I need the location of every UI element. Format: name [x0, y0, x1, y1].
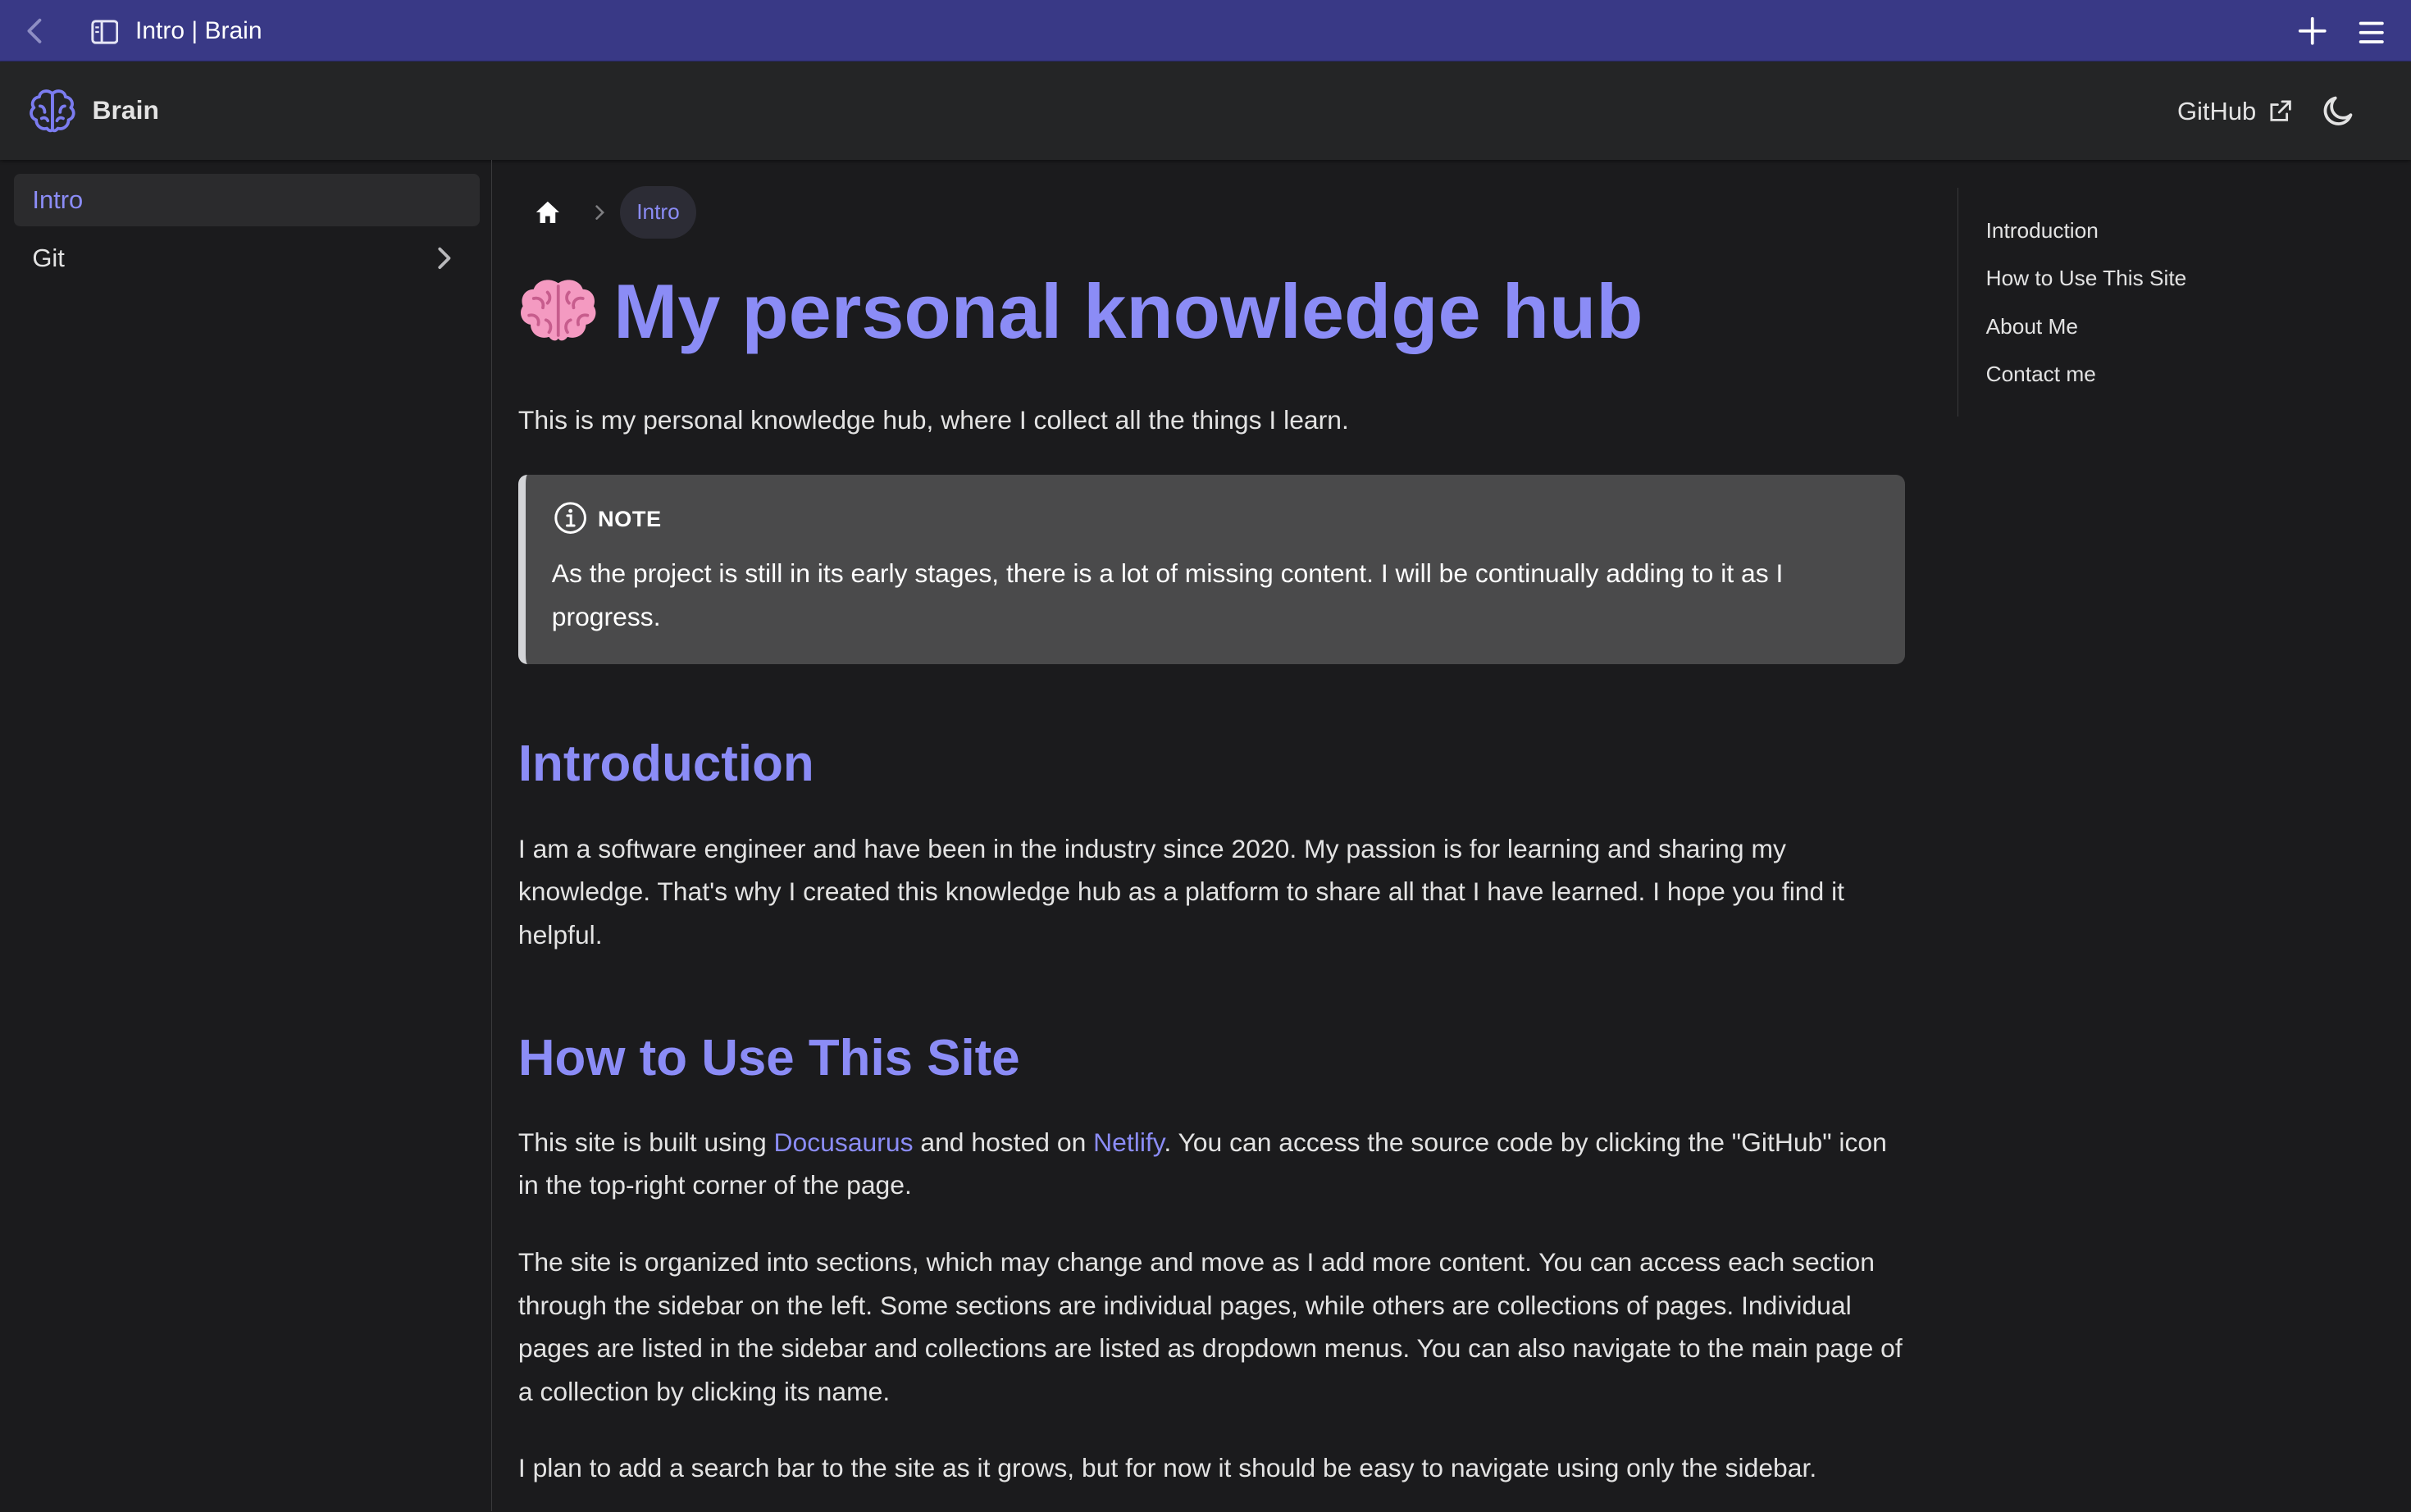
toc-item-introduction[interactable]: Introduction [1986, 218, 2099, 244]
sidebar-item-intro[interactable]: Intro [13, 173, 480, 226]
brain-logo-icon[interactable] [26, 86, 79, 135]
toc-item-about-me[interactable]: About Me [1986, 314, 2078, 339]
organization-paragraph: The site is organized into sections, whi… [517, 1247, 1903, 1406]
note-body: As the project is still in its early sta… [551, 558, 1784, 631]
chevron-right-icon[interactable] [431, 244, 458, 272]
hamburger-menu-icon[interactable] [2356, 17, 2387, 48]
chevron-left-icon[interactable] [21, 16, 49, 47]
browser-toolbar: Intro | Brain [0, 0, 2411, 61]
brain-emoji-icon [520, 280, 596, 341]
docusaurus-link[interactable]: Docusaurus [774, 1127, 914, 1157]
sidebar-item-label: Git [32, 244, 65, 273]
tab-title: Intro | Brain [135, 16, 262, 44]
heading-introduction: Introduction [517, 736, 814, 793]
docs-sidebar: Intro Git [0, 160, 492, 1512]
sidebar-toggle-icon[interactable] [91, 20, 119, 44]
table-of-contents: Introduction How to Use This Site About … [1957, 187, 2359, 417]
page-title-text: My personal knowledge hub [613, 268, 1643, 355]
plus-icon[interactable] [2297, 16, 2328, 47]
search-plan-paragraph: I plan to add a search bar to the site a… [517, 1453, 1817, 1483]
sidebar-item-label: Intro [32, 184, 84, 214]
sidebar-item-git[interactable]: Git [14, 232, 480, 285]
hosted-on-text: and hosted on [913, 1127, 1094, 1157]
lead-paragraph: This is my personal knowledge hub, where… [517, 404, 1349, 435]
moon-icon[interactable] [2320, 93, 2357, 130]
info-icon [554, 502, 586, 535]
note-admonition: NOTE As the project is still in its earl… [517, 475, 1906, 664]
external-link-icon[interactable] [2269, 100, 2291, 121]
built-with-text: This site is built using [517, 1127, 774, 1157]
home-icon[interactable] [534, 198, 562, 226]
introduction-paragraph: I am a software engineer and have been i… [517, 833, 1845, 950]
toc-item-how-to-use[interactable]: How to Use This Site [1986, 266, 2187, 291]
netlify-link[interactable]: Netlify [1093, 1127, 1164, 1157]
site-navbar: Brain GitHub [0, 61, 2411, 160]
note-label: NOTE [598, 505, 662, 531]
breadcrumb-current[interactable]: Intro [619, 185, 697, 239]
heading-how-to-use: How to Use This Site [517, 1029, 1020, 1086]
built-with-paragraph: This site is built using Docusaurus and … [518, 1121, 1908, 1207]
toc-item-contact-me[interactable]: Contact me [1986, 362, 2096, 387]
github-link[interactable]: GitHub [2177, 97, 2256, 126]
chevron-right-icon [595, 204, 604, 220]
site-brand[interactable]: Brain [93, 95, 159, 125]
